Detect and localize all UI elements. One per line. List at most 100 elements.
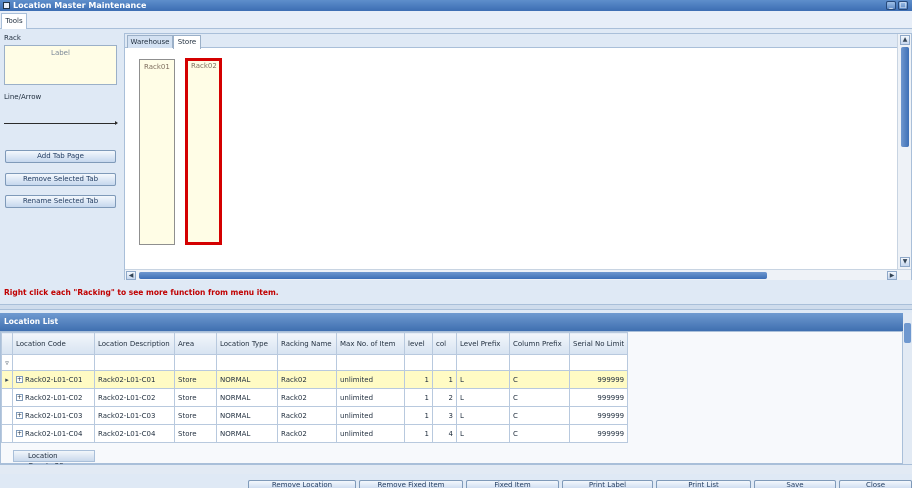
remove-location-button[interactable]: Remove Location (248, 480, 356, 488)
scroll-thumb[interactable] (139, 272, 767, 279)
column-header[interactable]: Area (174, 332, 217, 355)
column-header[interactable]: level (404, 332, 433, 355)
filter-cell[interactable] (12, 354, 95, 371)
table-cell[interactable]: Rack02 (277, 406, 337, 425)
table-cell[interactable]: Rack02-L01-C03 (94, 406, 175, 425)
table-cell[interactable]: L (456, 388, 510, 407)
row-indicator[interactable] (1, 406, 13, 425)
rack-label-tool[interactable]: Label (4, 45, 117, 85)
table-cell[interactable]: unlimited (336, 406, 405, 425)
table-cell[interactable]: 4 (432, 424, 457, 443)
current-row-arrow-icon[interactable]: ▸ (1, 370, 13, 389)
table-cell[interactable]: C (509, 406, 570, 425)
table-cell[interactable]: + Rack02-L01-C01 (12, 370, 95, 389)
scroll-thumb[interactable] (904, 323, 911, 343)
table-cell[interactable]: unlimited (336, 424, 405, 443)
table-cell[interactable]: Store (174, 388, 217, 407)
rack-rack02[interactable]: Rack02 (185, 58, 222, 245)
scroll-down-icon[interactable]: ▼ (900, 257, 910, 267)
line-arrow-tool[interactable] (4, 121, 118, 125)
column-header[interactable]: Location Description (94, 332, 175, 355)
table-cell[interactable]: NORMAL (216, 370, 278, 389)
table-cell[interactable]: 1 (404, 406, 433, 425)
table-row[interactable]: ▸ + Rack02-L01-C01 Rack02-L01-C01 Store NORMA… (1, 370, 629, 389)
scroll-thumb[interactable] (901, 47, 909, 147)
filter-cell[interactable] (509, 354, 570, 371)
table-cell[interactable]: + Rack02-L01-C02 (12, 388, 95, 407)
table-cell[interactable]: 3 (432, 406, 457, 425)
filter-cell[interactable] (432, 354, 457, 371)
column-header[interactable]: Max No. of Item (336, 332, 405, 355)
column-header[interactable]: Location Type (216, 332, 278, 355)
table-cell[interactable]: 1 (404, 388, 433, 407)
scroll-left-icon[interactable]: ◀ (126, 271, 136, 280)
close-button[interactable]: Close (839, 480, 912, 488)
expand-icon[interactable]: + (16, 394, 23, 401)
add-tab-page-button[interactable]: Add Tab Page (5, 150, 116, 163)
table-cell[interactable]: 1 (404, 370, 433, 389)
table-cell[interactable]: + Rack02-L01-C03 (12, 406, 95, 425)
print-label-button[interactable]: Print Label (562, 480, 653, 488)
designer-horizontal-scrollbar[interactable]: ◀ ▶ (125, 269, 911, 280)
column-header[interactable]: col (432, 332, 457, 355)
table-cell[interactable]: L (456, 406, 510, 425)
table-cell[interactable]: unlimited (336, 388, 405, 407)
remove-selected-tab-button[interactable]: Remove Selected Tab (5, 173, 116, 186)
expand-icon[interactable]: + (16, 412, 23, 419)
filter-icon[interactable]: ▿ (1, 354, 13, 371)
filter-cell[interactable] (174, 354, 217, 371)
scroll-up-icon[interactable]: ▲ (900, 35, 910, 45)
filter-cell[interactable] (94, 354, 175, 371)
table-cell[interactable]: Store (174, 370, 217, 389)
table-cell[interactable]: Rack02-L01-C02 (94, 388, 175, 407)
expand-icon[interactable]: + (16, 430, 23, 437)
remove-fixed-item-button[interactable]: Remove Fixed Item (359, 480, 463, 488)
table-cell[interactable]: C (509, 370, 570, 389)
table-cell[interactable]: 1 (432, 370, 457, 389)
table-cell[interactable]: 999999 (568, 370, 629, 389)
fixed-item-button[interactable]: Fixed Item (466, 480, 559, 488)
table-cell[interactable]: Rack02 (277, 424, 337, 443)
table-cell[interactable]: + Rack02-L01-C04 (12, 424, 95, 443)
table-cell[interactable]: Store (174, 406, 217, 425)
minimize-button[interactable]: _ (886, 1, 896, 10)
column-header[interactable]: Column Prefix (509, 332, 570, 355)
column-header[interactable]: Serial No Limit (568, 332, 629, 355)
design-canvas[interactable]: Rack01 Rack02 (125, 49, 897, 268)
table-cell[interactable]: C (509, 388, 570, 407)
panel-splitter[interactable] (0, 304, 912, 310)
grid-vertical-scrollbar[interactable] (903, 313, 912, 464)
table-cell[interactable]: 2 (432, 388, 457, 407)
table-cell[interactable]: 1 (404, 424, 433, 443)
column-header[interactable]: Location Code (12, 332, 95, 355)
grid-horizontal-scrollbar[interactable] (0, 464, 912, 474)
table-cell[interactable]: NORMAL (216, 388, 278, 407)
row-indicator[interactable] (1, 424, 13, 443)
filter-cell[interactable] (216, 354, 278, 371)
table-row[interactable]: + Rack02-L01-C03 Rack02-L01-C03 Store NORMAL… (1, 406, 629, 425)
table-cell[interactable]: Store (174, 424, 217, 443)
table-cell[interactable]: NORMAL (216, 406, 278, 425)
column-header[interactable]: Racking Name (277, 332, 337, 355)
filter-cell[interactable] (456, 354, 510, 371)
table-cell[interactable]: C (509, 424, 570, 443)
table-cell[interactable]: Rack02 (277, 370, 337, 389)
table-cell[interactable]: 999999 (568, 406, 629, 425)
table-cell[interactable]: Rack02 (277, 388, 337, 407)
table-cell[interactable]: NORMAL (216, 424, 278, 443)
table-cell[interactable]: unlimited (336, 370, 405, 389)
table-cell[interactable]: 999999 (568, 388, 629, 407)
tab-store[interactable]: Store (173, 35, 201, 49)
designer-vertical-scrollbar[interactable]: ▲ ▼ (897, 34, 911, 269)
column-header[interactable]: Level Prefix (456, 332, 510, 355)
table-row[interactable]: + Rack02-L01-C02 Rack02-L01-C02 Store NORMAL… (1, 388, 629, 407)
rename-selected-tab-button[interactable]: Rename Selected Tab (5, 195, 116, 208)
table-cell[interactable]: 999999 (568, 424, 629, 443)
table-cell[interactable]: Rack02-L01-C04 (94, 424, 175, 443)
table-cell[interactable]: L (456, 370, 510, 389)
expand-icon[interactable]: + (16, 376, 23, 383)
table-cell[interactable]: Rack02-L01-C01 (94, 370, 175, 389)
tab-tools[interactable]: Tools (1, 13, 27, 29)
print-list-button[interactable]: Print List (656, 480, 751, 488)
rack-rack01[interactable]: Rack01 (139, 59, 175, 245)
